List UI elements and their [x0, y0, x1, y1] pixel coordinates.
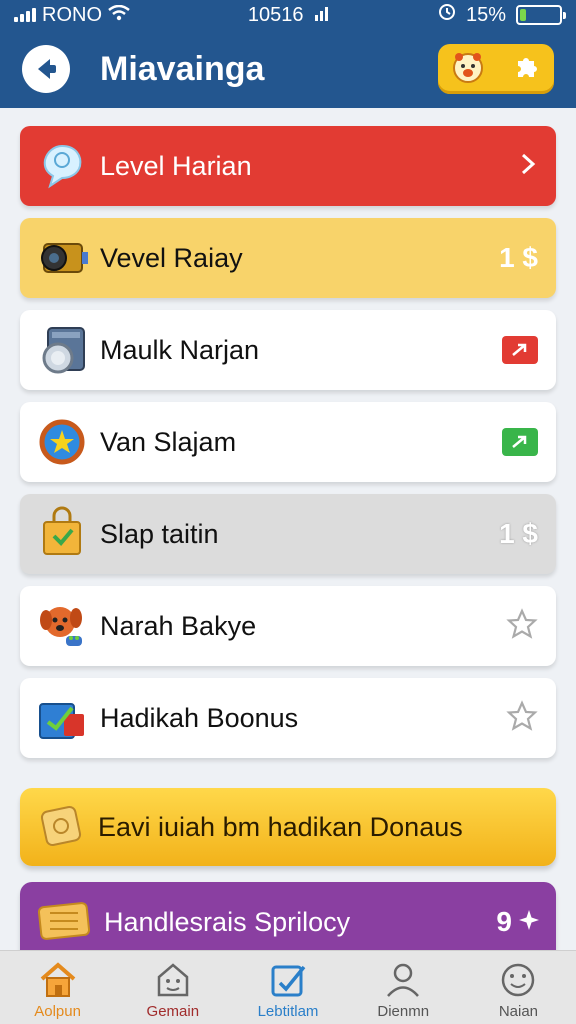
chevron-right-icon	[518, 152, 538, 181]
list-item-label: Van Slajam	[100, 426, 237, 457]
menu-list: Level Harian Vevel Raiay 1 $ Maulk Narja…	[20, 126, 556, 770]
price-label: 1 $	[499, 242, 538, 273]
wifi-icon	[108, 4, 130, 27]
tab-games[interactable]: Gemain	[115, 951, 230, 1024]
list-item-slap-taitin[interactable]: Slap taitin 1 $	[20, 494, 556, 574]
tab-label: Naian	[498, 1003, 539, 1020]
list-item-vevel-raiay[interactable]: Vevel Raiay 1 $	[20, 218, 556, 298]
tab-label: Lebtitlam	[257, 1003, 319, 1020]
home-icon	[40, 962, 75, 997]
camera-icon	[32, 228, 92, 288]
list-item-narah-bakye[interactable]: Narah Bakye	[20, 586, 556, 666]
carrier-name: RONO	[42, 3, 102, 26]
list-item-label: Level Harian	[100, 150, 252, 181]
bonus-banner[interactable]: Eavi iuiah bm hadikan Donaus	[20, 788, 556, 866]
tab-friends[interactable]: Naian	[461, 951, 576, 1024]
washing-machine-icon	[32, 320, 92, 380]
app-header: Miavainga	[0, 30, 576, 108]
house-face-icon	[157, 963, 189, 997]
price-label: 1 $	[499, 518, 538, 549]
signal-bars-icon	[315, 6, 329, 21]
pet-face-icon[interactable]	[451, 50, 485, 89]
banner-label: Handlesrais Sprilocy	[104, 906, 351, 937]
list-item-label: Maulk Narjan	[100, 334, 260, 365]
shopping-bag-icon	[32, 504, 92, 564]
list-item-label: Hadikah Boonus	[100, 702, 299, 733]
puppy-icon	[32, 596, 92, 656]
list-item-label: Vevel Raiay	[100, 242, 243, 273]
list-item-van-slajam[interactable]: Van Slajam	[20, 402, 556, 482]
trend-up-badge-icon	[502, 428, 538, 456]
tab-label: Gemain	[146, 1003, 200, 1020]
bottom-tab-bar: Aolpun Gemain Lebtitlam Dienmn Naian	[0, 950, 576, 1024]
tab-label: Dienmn	[377, 1003, 430, 1020]
star-outline-icon[interactable]	[506, 699, 538, 737]
puzzle-icon[interactable]	[511, 52, 541, 87]
tab-profile[interactable]: Dienmn	[346, 951, 461, 1024]
list-item-hadikah-boonus[interactable]: Hadikah Boonus	[20, 678, 556, 758]
tab-home[interactable]: Aolpun	[0, 951, 115, 1024]
alarm-icon	[438, 3, 456, 27]
tab-label: Aolpun	[34, 1003, 81, 1020]
header-actions	[438, 44, 554, 94]
battery-icon	[516, 5, 566, 25]
coin-bag-icon	[36, 799, 88, 856]
banner-label: Eavi iuiah bm hadikan Donaus	[98, 811, 463, 842]
tab-tasks[interactable]: Lebtitlam	[230, 951, 345, 1024]
arrow-left-icon	[38, 59, 56, 79]
list-item-label: Narah Bakye	[100, 610, 257, 641]
battery-percent: 15%	[465, 3, 506, 26]
gift-book-icon	[32, 688, 92, 748]
sparkle-star-icon	[518, 909, 540, 936]
edit-checkbox-icon	[271, 965, 306, 997]
signal-icon	[14, 8, 36, 22]
gift-box-icon	[36, 895, 94, 950]
list-item-maulk-narjan[interactable]: Maulk Narjan	[20, 310, 556, 390]
star-outline-icon[interactable]	[506, 607, 538, 645]
clock: 10516	[247, 3, 304, 26]
star-badge-icon	[32, 412, 92, 472]
person-icon	[387, 963, 420, 997]
trend-up-badge-icon	[502, 336, 538, 364]
back-button[interactable]	[22, 45, 70, 93]
smiley-icon	[502, 963, 535, 997]
banner-count: 9	[496, 906, 512, 937]
page-title: Miavainga	[100, 49, 265, 88]
chat-bubble-icon	[32, 136, 92, 196]
list-item-level-harian[interactable]: Level Harian	[20, 126, 556, 206]
list-item-label: Slap taitin	[100, 518, 219, 549]
status-bar: RONO 10516 15%	[0, 0, 576, 30]
